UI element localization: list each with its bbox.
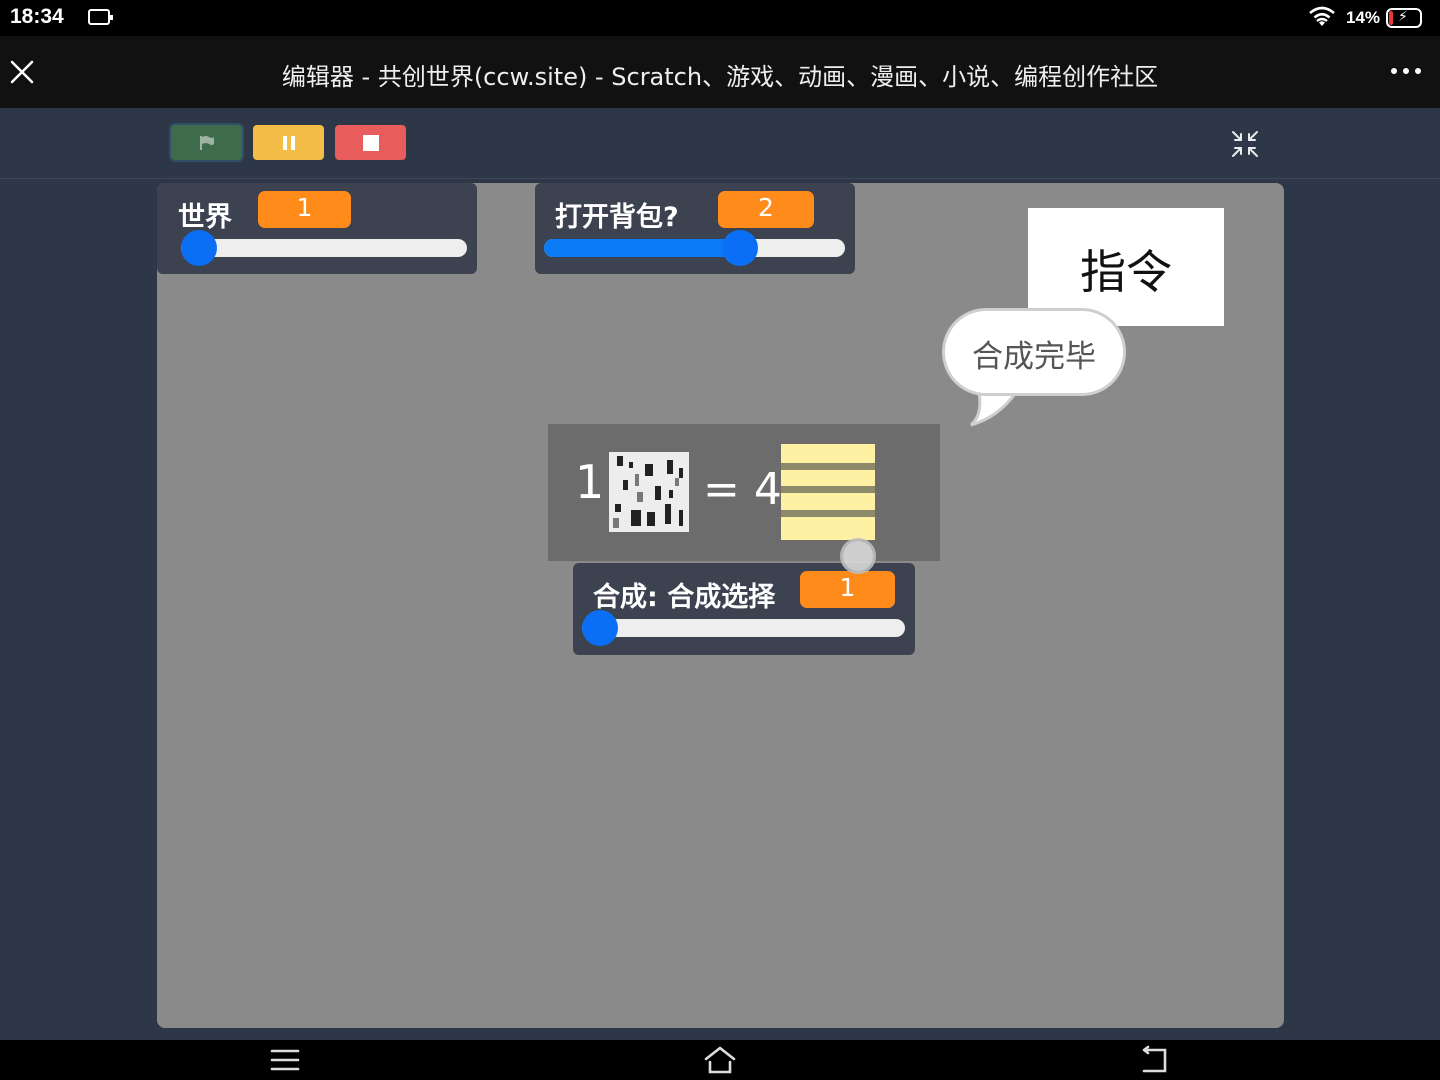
more-dots-icon[interactable] xyxy=(1386,56,1426,86)
speech-bubble: 合成完毕 xyxy=(942,308,1126,396)
player-area: 世界 1 打开背包? 2 指令 合成完毕 1 = 4 合成: 合成选择 1 xyxy=(0,108,1440,1040)
battery-charging-icon: ⚡ xyxy=(1386,8,1422,28)
stage[interactable]: 世界 1 打开背包? 2 指令 合成完毕 1 = 4 合成: 合成选择 1 xyxy=(157,183,1284,1028)
crafting-recipe-panel[interactable]: 1 = 4 xyxy=(548,424,940,561)
screen-cast-icon xyxy=(88,9,113,25)
command-label: 指令 xyxy=(1080,245,1172,299)
monitor-label: 打开背包? xyxy=(555,202,679,233)
stage-controls xyxy=(0,108,1440,179)
status-bar: 18:34 14% ⚡ xyxy=(0,0,1440,36)
slider-fill xyxy=(544,239,740,257)
stop-icon xyxy=(362,134,379,151)
variable-monitor-open-backpack: 打开背包? 2 xyxy=(535,183,855,274)
home-icon[interactable] xyxy=(703,1045,737,1075)
touch-cursor xyxy=(840,538,876,574)
variable-monitor-craft-select: 合成: 合成选择 1 xyxy=(573,563,915,655)
title-bar: 编辑器 - 共创世界(ccw.site) - Scratch、游戏、动画、漫画、… xyxy=(0,36,1440,108)
birch-planks-icon xyxy=(781,444,875,540)
battery-percent: 14% xyxy=(1346,8,1381,27)
back-icon[interactable] xyxy=(1138,1045,1172,1075)
monitor-value: 1 xyxy=(800,571,895,608)
recipe-output-qty: = 4 xyxy=(703,464,782,515)
flag-icon xyxy=(199,135,214,150)
monitor-value: 2 xyxy=(718,191,814,228)
close-icon[interactable] xyxy=(8,58,36,86)
slider-thumb[interactable] xyxy=(582,610,618,646)
monitor-slider[interactable] xyxy=(544,230,845,266)
wifi-icon xyxy=(1309,6,1335,26)
menu-icon[interactable] xyxy=(268,1045,302,1075)
birch-log-icon xyxy=(609,452,689,532)
monitor-label: 世界 xyxy=(178,202,232,233)
slider-thumb[interactable] xyxy=(181,230,217,266)
status-time: 18:34 xyxy=(10,5,64,28)
slider-thumb[interactable] xyxy=(721,230,758,266)
page-title: 编辑器 - 共创世界(ccw.site) - Scratch、游戏、动画、漫画、… xyxy=(281,63,1159,91)
stop-button[interactable] xyxy=(335,125,406,160)
monitor-value: 1 xyxy=(258,191,351,228)
shrink-icon[interactable] xyxy=(1230,129,1260,159)
monitor-slider[interactable] xyxy=(582,610,905,646)
green-flag-button[interactable] xyxy=(171,125,242,160)
variable-monitor-world: 世界 1 xyxy=(157,183,477,274)
monitor-slider[interactable] xyxy=(181,230,467,266)
speech-text: 合成完毕 xyxy=(972,339,1096,375)
pause-icon xyxy=(282,135,295,150)
monitor-label: 合成: 合成选择 xyxy=(593,582,776,613)
navigation-bar xyxy=(0,1040,1440,1080)
pause-button[interactable] xyxy=(253,125,324,160)
recipe-input-qty: 1 xyxy=(575,455,605,509)
